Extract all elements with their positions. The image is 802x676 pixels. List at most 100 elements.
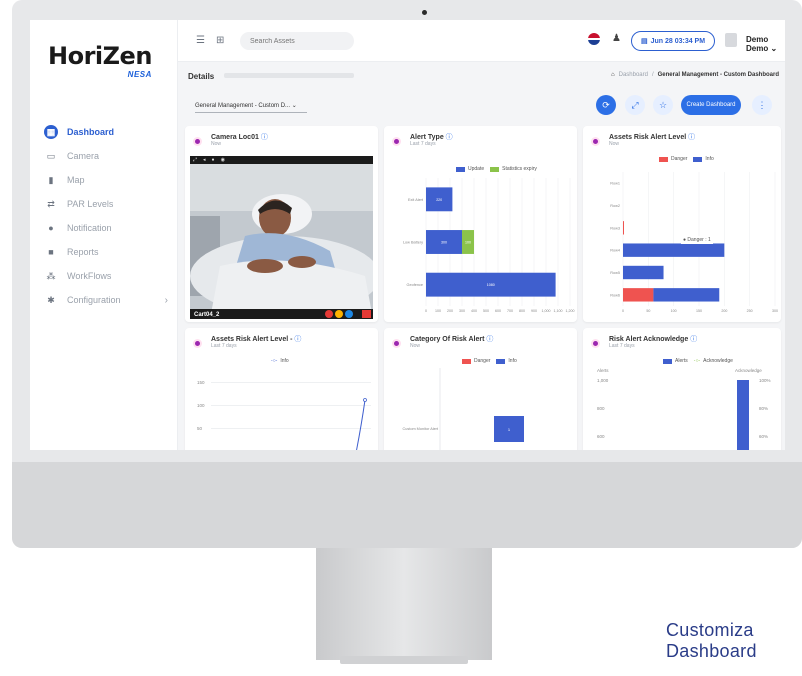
sidebar-item-label: Notification bbox=[67, 223, 112, 233]
datetime-pill[interactable]: ▤ Jun 28 03:34 PM bbox=[631, 31, 715, 51]
sidebar-item-par-levels[interactable]: ⇄ PAR Levels bbox=[44, 192, 168, 216]
webcam-dot bbox=[422, 10, 427, 15]
sidebar-item-dashboard[interactable]: ▦ Dashboard bbox=[44, 120, 168, 144]
x-tick-label: 1,100 bbox=[554, 309, 563, 313]
apps-icon[interactable]: ⊞ bbox=[216, 35, 224, 46]
info-icon: ⓘ bbox=[260, 134, 268, 141]
monitor-stand-base bbox=[340, 656, 468, 664]
patient-image bbox=[190, 156, 373, 319]
video-footer: Cart04_2 bbox=[190, 309, 373, 319]
y-tick-label: 1,000 bbox=[597, 378, 609, 383]
x-tick-label: 100 bbox=[435, 309, 441, 313]
menu-icon[interactable]: ☰ bbox=[196, 35, 205, 46]
chart-legend: Alerts -○- Acknowledge bbox=[663, 358, 733, 364]
chart-bar[interactable] bbox=[623, 265, 664, 280]
monitor-icon: ▭ bbox=[46, 150, 56, 161]
breadcrumb-home[interactable]: Dashboard bbox=[619, 72, 648, 78]
breadcrumb-current: General Management - Custom Dashboard bbox=[657, 72, 779, 78]
pause-button[interactable] bbox=[335, 310, 343, 318]
bell-icon: ● bbox=[48, 223, 54, 233]
card-header: Risk Alert Acknowledge ⓘ Last 7 days bbox=[591, 334, 775, 354]
more-button[interactable]: ⋮ bbox=[752, 95, 772, 115]
user-menu[interactable]: Demo Demo ⌄ bbox=[746, 35, 785, 53]
x-tick-label: 250 bbox=[747, 309, 753, 313]
video-toolbar: ⤢ ◂ ● ◉ bbox=[190, 156, 373, 164]
card-icon bbox=[591, 339, 600, 348]
create-dashboard-button[interactable]: Create Dashboard bbox=[681, 95, 741, 115]
favorite-button[interactable]: ☆ bbox=[653, 95, 673, 115]
x-tick-label: 300 bbox=[459, 309, 465, 313]
avatar[interactable] bbox=[725, 33, 737, 47]
category-chart: Custom Monitor Alert 1 bbox=[403, 368, 524, 450]
sidebar-item-configuration[interactable]: ✱ Configuration › bbox=[44, 288, 168, 312]
chevron-right-icon: › bbox=[164, 294, 168, 306]
sidebar-item-notification[interactable]: ● Notification bbox=[44, 216, 168, 240]
chart-bar[interactable] bbox=[623, 243, 725, 257]
play-button[interactable] bbox=[345, 310, 353, 318]
x-tick-label: 900 bbox=[531, 309, 537, 313]
datetime-text: Jun 28 03:34 PM bbox=[650, 37, 706, 45]
y-tick-label: Custom Monitor Alert bbox=[403, 427, 439, 431]
y-tick-label: Row1 bbox=[610, 182, 620, 186]
snapshot-icon[interactable]: ◉ bbox=[221, 157, 225, 163]
record-button[interactable] bbox=[325, 310, 333, 318]
card-subtitle: Last 7 days bbox=[609, 343, 635, 349]
sidebar-item-label: Configuration bbox=[67, 295, 121, 305]
app-screen: HoriZen NESA ▦ Dashboard ▭ Camera ▮ Map … bbox=[30, 20, 785, 450]
card-subtitle: Now bbox=[211, 141, 222, 147]
caption-line: Customiza bbox=[666, 620, 754, 640]
category-card: Category Of Risk Alert ⓘ Now Danger Info… bbox=[384, 328, 577, 450]
brand-name: HoriZen bbox=[48, 42, 152, 70]
y-axis-label: Alerts bbox=[597, 368, 609, 373]
alerts-bar[interactable] bbox=[737, 380, 749, 450]
assets-risk-card: Assets Risk Alert Level ⓘ Now Danger Inf… bbox=[583, 126, 781, 322]
sidebar-item-reports[interactable]: ■ Reports bbox=[44, 240, 168, 264]
x-tick-label: 600 bbox=[495, 309, 501, 313]
alert-type-card: Alert Type ⓘ Last 7 days Update Statisti… bbox=[384, 126, 577, 322]
grid-icon: ▦ bbox=[44, 125, 58, 139]
chart-bar[interactable] bbox=[623, 221, 624, 235]
camera-card: Camera Loc01 ⓘ Now ⤢ ◂ ● ◉ Cart04_2 bbox=[185, 126, 378, 322]
y2-axis-label: Acknowledge bbox=[735, 368, 762, 373]
x-tick-label: 1,200 bbox=[566, 309, 575, 313]
y-tick-label: Row4 bbox=[610, 249, 620, 253]
y2-tick-label: 80% bbox=[759, 406, 769, 411]
stage: HoriZen NESA ▦ Dashboard ▭ Camera ▮ Map … bbox=[0, 0, 802, 676]
stop-button[interactable] bbox=[362, 310, 371, 318]
sidebar-item-label: Camera bbox=[67, 151, 100, 161]
data-label: 300 bbox=[441, 241, 447, 245]
chart-bar[interactable] bbox=[623, 288, 654, 302]
sidebar-item-camera[interactable]: ▭ Camera bbox=[44, 144, 168, 168]
y-tick-label: Row5 bbox=[610, 271, 620, 275]
x-tick-label: 100 bbox=[671, 309, 677, 313]
record-icon[interactable]: ● bbox=[212, 157, 215, 163]
chart-bar[interactable] bbox=[653, 288, 720, 302]
brand-logo[interactable]: HoriZen NESA bbox=[48, 42, 152, 79]
monitor-chin bbox=[12, 462, 802, 548]
workflow-icon: ⁂ bbox=[46, 270, 56, 281]
sidebar-item-map[interactable]: ▮ Map bbox=[44, 168, 168, 192]
volume-icon[interactable]: ◂ bbox=[203, 157, 206, 163]
flag-icon[interactable] bbox=[588, 33, 600, 45]
page-title-placeholder bbox=[224, 73, 354, 78]
data-label: 100 bbox=[465, 241, 471, 245]
refresh-button[interactable]: ⟳ bbox=[596, 95, 616, 115]
home-icon[interactable]: ⌂ bbox=[611, 72, 615, 78]
monitor-stand bbox=[316, 548, 492, 660]
x-tick-label: 0 bbox=[622, 309, 624, 313]
notification-bell-icon[interactable]: ♟ bbox=[612, 33, 621, 44]
sidebar-nav: ▦ Dashboard ▭ Camera ▮ Map ⇄ PAR Levels … bbox=[44, 120, 168, 312]
camera-feed[interactable]: ⤢ ◂ ● ◉ Cart04_2 bbox=[190, 156, 373, 319]
data-label: 1080 bbox=[487, 283, 495, 287]
y-tick-label: 800 bbox=[597, 406, 605, 411]
expand-button[interactable]: ⤢ bbox=[625, 95, 645, 115]
sidebar-item-workflows[interactable]: ⁂ WorkFlows bbox=[44, 264, 168, 288]
trend-line bbox=[356, 398, 367, 450]
assets-risk-chart: 0 50 100 150 200 250 300 Row1 Row2 Row3 Row4 Row5 Ro… bbox=[610, 172, 778, 313]
dashboard-select[interactable]: General Management - Custom D... ⌄ bbox=[195, 97, 307, 113]
zoom-icon[interactable]: ⤢ bbox=[193, 157, 197, 163]
caption: Customiza Dashboard bbox=[666, 620, 757, 662]
search-input[interactable] bbox=[240, 32, 354, 50]
sidebar-item-label: PAR Levels bbox=[67, 199, 114, 209]
y-tick-label: Exit Alert bbox=[408, 198, 424, 202]
